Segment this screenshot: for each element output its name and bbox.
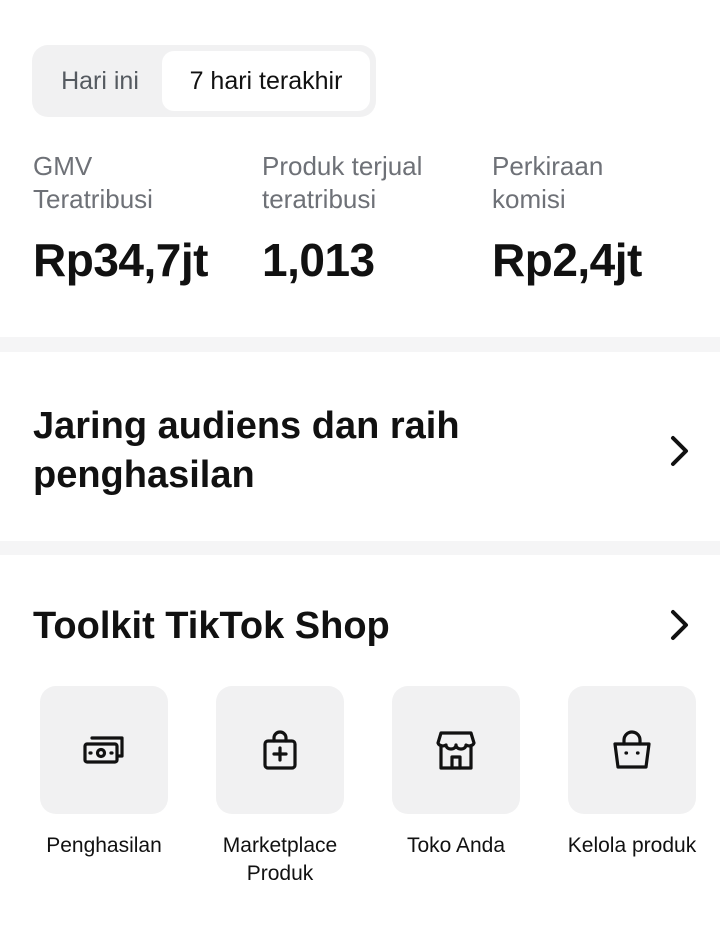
basket-icon [613, 730, 651, 769]
money-icon [83, 736, 124, 764]
tool-label: Penghasilan [46, 834, 162, 857]
tool-penghasilan[interactable]: Penghasilan [16, 686, 192, 860]
stat-label: Perkiraan komisi [492, 151, 604, 214]
chevron-right-icon [671, 610, 688, 640]
period-segmented-control: Hari ini 7 hari terakhir [32, 45, 376, 117]
tab-hari-ini[interactable]: Hari ini [38, 51, 162, 111]
stat-products-sold: Produk terjual teratribusi 1,013 [262, 150, 482, 287]
stat-value: Rp2,4jt [492, 234, 642, 286]
chevron-right-icon [671, 436, 688, 466]
stat-value: 1,013 [262, 234, 375, 286]
tool-label: Marketplace Produk [222, 834, 338, 885]
tool-kelola-produk[interactable]: Kelola produk [544, 686, 720, 860]
tool-tile [392, 686, 520, 814]
tool-tile [40, 686, 168, 814]
tab-7-hari-terakhir[interactable]: 7 hari terakhir [162, 51, 370, 111]
tool-tile [568, 686, 696, 814]
stat-label: GMV Teratribusi [33, 151, 153, 214]
tool-marketplace-produk[interactable]: Marketplace Produk [192, 686, 368, 888]
tool-label: Toko Anda [406, 834, 506, 857]
section-divider [0, 541, 720, 555]
shopping-bag-plus-icon [263, 730, 297, 770]
toolkit-title: Toolkit TikTok Shop [33, 605, 390, 647]
tool-toko-anda[interactable]: Toko Anda [368, 686, 544, 860]
promo-title: Jaring audiens dan raih penghasilan [33, 405, 460, 496]
tool-label: Kelola produk [567, 834, 697, 857]
section-divider [0, 337, 720, 352]
tool-tile [216, 686, 344, 814]
stat-value: Rp34,7jt [33, 234, 208, 286]
stat-commission: Perkiraan komisi Rp2,4jt [492, 150, 712, 287]
store-icon [436, 731, 476, 770]
stat-label: Produk terjual teratribusi [262, 151, 423, 214]
stat-gmv: GMV Teratribusi Rp34,7jt [33, 150, 253, 287]
